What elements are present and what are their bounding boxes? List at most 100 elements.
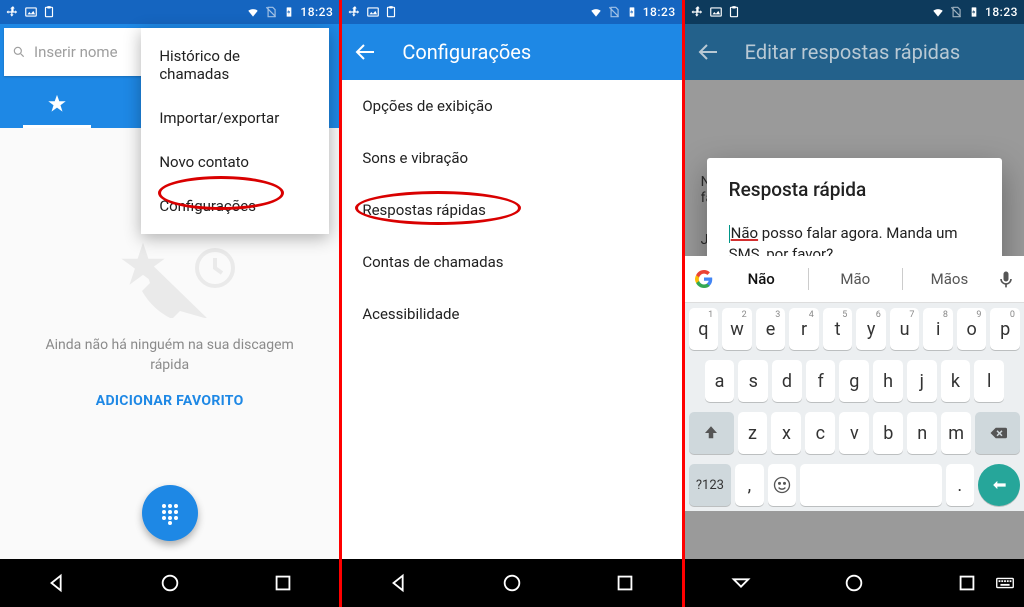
menu-import-export[interactable]: Importar/exportar <box>141 96 329 140</box>
empty-state-text: Ainda não há ninguém na sua discagem ráp… <box>30 336 310 375</box>
sim-off-icon <box>264 5 278 19</box>
image-icon <box>709 5 723 19</box>
key-e[interactable]: e3 <box>756 308 786 350</box>
key-j[interactable]: j <box>907 360 937 402</box>
menu-settings[interactable]: Configurações <box>141 184 329 228</box>
back-arrow-icon[interactable] <box>697 40 721 64</box>
key-s[interactable]: s <box>738 360 768 402</box>
dialog-title: Resposta rápida <box>729 178 980 201</box>
key-x[interactable]: x <box>771 412 801 454</box>
key-w[interactable]: w2 <box>722 308 752 350</box>
clipboard-icon <box>727 5 741 19</box>
add-favorite-button[interactable]: ADICIONAR FAVORITO <box>96 393 244 409</box>
image-icon <box>24 5 38 19</box>
space-key[interactable] <box>800 464 942 506</box>
suggestion-bar: Não Mão Mãos <box>685 256 1024 303</box>
nav-back-collapse-icon[interactable] <box>730 572 752 594</box>
shift-key[interactable] <box>689 412 734 454</box>
nav-back-icon[interactable] <box>46 572 68 594</box>
nav-home-icon[interactable] <box>159 572 181 594</box>
suggestion-2[interactable]: Mão <box>819 270 892 288</box>
battery-charging-icon <box>625 5 639 19</box>
sim-off-icon <box>949 5 963 19</box>
enter-key[interactable] <box>978 464 1020 506</box>
key-c[interactable]: c <box>805 412 835 454</box>
key-n[interactable]: n <box>907 412 937 454</box>
menu-new-contact[interactable]: Novo contato <box>141 140 329 184</box>
key-row-4: ?123 , . <box>685 459 1024 511</box>
wifi-icon <box>589 5 603 19</box>
key-row-3: zxcvbnm <box>685 407 1024 459</box>
tab-favorites[interactable] <box>0 80 113 128</box>
option-quick-responses[interactable]: Respostas rápidas <box>342 184 681 236</box>
edit-responses-appbar: Editar respostas rápidas <box>685 24 1024 80</box>
overflow-menu: Histórico de chamadas Importar/exportar … <box>141 28 329 234</box>
page-title: Configurações <box>402 40 531 64</box>
key-t[interactable]: t5 <box>823 308 853 350</box>
option-accessibility[interactable]: Acessibilidade <box>342 288 681 340</box>
key-u[interactable]: u7 <box>890 308 920 350</box>
edit-responses-body: N fa J Não posso falar agora. Liga depoi… <box>685 80 1024 559</box>
key-z[interactable]: z <box>738 412 768 454</box>
period-key[interactable]: . <box>946 464 974 506</box>
nav-recents-icon[interactable] <box>614 572 636 594</box>
key-d[interactable]: d <box>772 360 802 402</box>
key-v[interactable]: v <box>839 412 869 454</box>
page-title: Editar respostas rápidas <box>745 40 961 64</box>
search-icon <box>12 45 26 59</box>
menu-call-history[interactable]: Histórico de chamadas <box>141 34 329 96</box>
image-icon <box>366 5 380 19</box>
settings-appbar: Configurações <box>342 24 681 80</box>
key-p[interactable]: p0 <box>990 308 1020 350</box>
option-display[interactable]: Opções de exibição <box>342 80 681 132</box>
back-arrow-icon[interactable] <box>354 40 378 64</box>
key-row-2: asdfghjkl <box>685 355 1024 407</box>
key-a[interactable]: a <box>705 360 735 402</box>
settings-list: Opções de exibição Sons e vibração Respo… <box>342 80 681 559</box>
keyboard-toggle-icon[interactable] <box>994 572 1016 594</box>
key-q[interactable]: q1 <box>689 308 719 350</box>
usb-icon <box>348 5 362 19</box>
phone-screen-1: 18:23 Inserir nome <box>0 0 339 607</box>
nav-back-icon[interactable] <box>388 572 410 594</box>
key-l[interactable]: l <box>974 360 1004 402</box>
comma-key[interactable]: , <box>735 464 763 506</box>
emoji-key[interactable] <box>768 464 796 506</box>
suggestion-3[interactable]: Mãos <box>913 270 986 288</box>
usb-icon <box>6 5 20 19</box>
battery-charging-icon <box>967 5 981 19</box>
key-h[interactable]: h <box>873 360 903 402</box>
nav-bar <box>0 559 339 607</box>
status-bar: 18:23 <box>0 0 339 24</box>
mic-icon[interactable] <box>996 269 1016 289</box>
key-y[interactable]: y6 <box>856 308 886 350</box>
option-call-accounts[interactable]: Contas de chamadas <box>342 236 681 288</box>
nav-recents-icon[interactable] <box>272 572 294 594</box>
dialpad-fab[interactable] <box>142 485 198 541</box>
key-k[interactable]: k <box>941 360 971 402</box>
wifi-icon <box>246 5 260 19</box>
key-b[interactable]: b <box>873 412 903 454</box>
key-row-1: q1w2e3r4t5y6u7i8o9p0 <box>685 303 1024 355</box>
soft-keyboard: Não Mão Mãos q1w2e3r4t5y6u7i8o9p0 asdfgh… <box>685 256 1024 511</box>
backspace-key[interactable] <box>975 412 1020 454</box>
google-icon[interactable] <box>693 268 715 290</box>
suggestion-1[interactable]: Não <box>725 270 798 288</box>
key-o[interactable]: o9 <box>957 308 987 350</box>
usb-icon <box>691 5 705 19</box>
phone-screen-3: 18:23 Editar respostas rápidas N fa J Nã… <box>685 0 1024 607</box>
star-icon <box>46 93 68 115</box>
key-f[interactable]: f <box>806 360 836 402</box>
nav-home-icon[interactable] <box>843 572 865 594</box>
option-sounds[interactable]: Sons e vibração <box>342 132 681 184</box>
key-r[interactable]: r4 <box>789 308 819 350</box>
key-m[interactable]: m <box>941 412 971 454</box>
battery-charging-icon <box>282 5 296 19</box>
key-g[interactable]: g <box>839 360 869 402</box>
symbols-key[interactable]: ?123 <box>689 464 732 506</box>
search-bar[interactable]: Inserir nome <box>4 28 152 76</box>
key-i[interactable]: i8 <box>923 308 953 350</box>
clipboard-icon <box>42 5 56 19</box>
nav-home-icon[interactable] <box>501 572 523 594</box>
nav-recents-icon[interactable] <box>956 572 978 594</box>
